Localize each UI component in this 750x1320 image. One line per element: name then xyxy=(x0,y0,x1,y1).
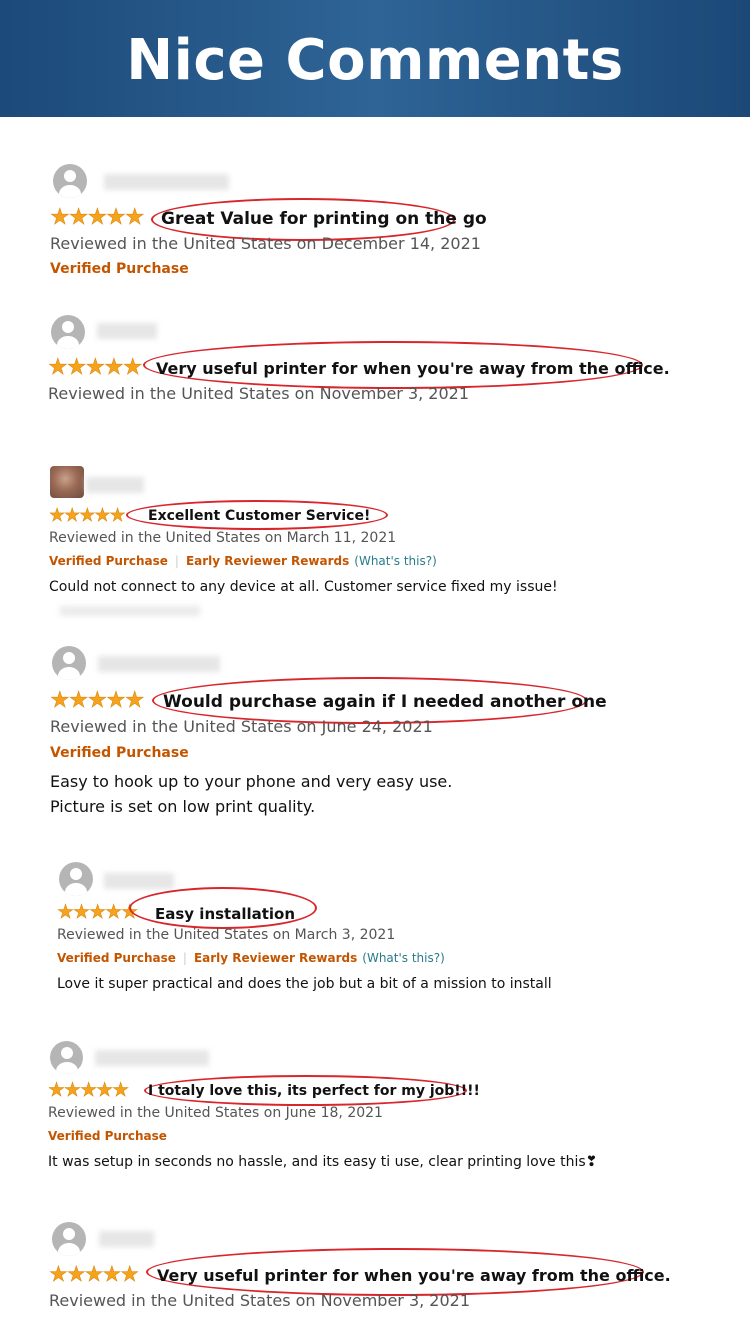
review-title[interactable]: Very useful printer for when you're away… xyxy=(156,359,670,378)
star-rating-icon: ★★★★★ xyxy=(50,205,145,231)
avatar-icon xyxy=(59,862,93,896)
page-title: Nice Comments xyxy=(126,28,624,93)
review-title[interactable]: Easy installation xyxy=(155,905,295,923)
avatar-icon xyxy=(52,1222,86,1256)
reviewer-name xyxy=(98,656,220,672)
review-badges: Verified Purchase | Early Reviewer Rewards… xyxy=(49,554,437,568)
review-date: Reviewed in the United States on Novembe… xyxy=(49,1291,471,1310)
verified-purchase-badge: Verified Purchase xyxy=(50,745,189,761)
review-badges: Verified Purchase | Early Reviewer Rewards… xyxy=(57,951,445,965)
review-date: Reviewed in the United States on Decembe… xyxy=(50,234,481,253)
early-reviewer-badge: Early Reviewer Rewards xyxy=(185,554,350,568)
verified-purchase-badge: Verified Purchase xyxy=(57,951,176,965)
review-body-line: Picture is set on low print quality. xyxy=(50,797,316,816)
whats-this-link[interactable]: (What's this?) xyxy=(362,951,445,965)
star-rating-icon: ★★★★★ xyxy=(48,355,143,381)
verified-purchase-badge: Verified Purchase xyxy=(49,554,168,568)
review-date: Reviewed in the United States on June 18… xyxy=(48,1105,383,1121)
review-title[interactable]: Very useful printer for when you're away… xyxy=(157,1266,671,1285)
reviewer-name xyxy=(95,1050,209,1066)
verified-purchase-badge: Verified Purchase xyxy=(50,261,189,277)
review-body: It was setup in seconds no hassle, and i… xyxy=(48,1154,598,1170)
verified-purchase-badge: Verified Purchase xyxy=(48,1129,167,1143)
review-date: Reviewed in the United States on March 3… xyxy=(57,927,396,943)
star-rating-icon: ★★★★★ xyxy=(50,688,145,714)
reviewer-name xyxy=(104,873,174,889)
review-title[interactable]: Would purchase again if I needed another… xyxy=(163,692,607,712)
reviewer-name xyxy=(104,174,229,190)
review-date: Reviewed in the United States on Novembe… xyxy=(48,384,470,403)
review-title[interactable]: Excellent Customer Service! xyxy=(148,508,370,524)
star-rating-icon: ★★★★★ xyxy=(48,1079,130,1102)
star-rating-icon: ★★★★★ xyxy=(57,901,139,924)
avatar-icon xyxy=(50,1041,83,1074)
review-date: Reviewed in the United States on June 24… xyxy=(50,717,433,736)
avatar-icon xyxy=(51,315,85,349)
avatar-icon xyxy=(52,646,86,680)
reviewer-name xyxy=(86,477,144,493)
avatar-icon xyxy=(53,164,87,198)
review-date: Reviewed in the United States on March 1… xyxy=(49,530,397,546)
review-title[interactable]: I totaly love this, its perfect for my j… xyxy=(148,1083,480,1099)
review-body: Could not connect to any device at all. … xyxy=(49,579,558,595)
review-title[interactable]: Great Value for printing on the go xyxy=(161,209,487,229)
star-rating-icon: ★★★★★ xyxy=(49,1262,140,1287)
whats-this-link[interactable]: (What's this?) xyxy=(354,554,437,568)
star-rating-icon: ★★★★★ xyxy=(49,505,126,527)
reviewer-name xyxy=(99,1231,154,1247)
reviewer-name xyxy=(97,323,157,339)
early-reviewer-badge: Early Reviewer Rewards xyxy=(193,951,358,965)
avatar-photo xyxy=(50,466,84,498)
faded-text xyxy=(60,606,200,616)
review-body-line: Easy to hook up to your phone and very e… xyxy=(50,772,453,791)
review-body: Love it super practical and does the job… xyxy=(57,976,552,992)
